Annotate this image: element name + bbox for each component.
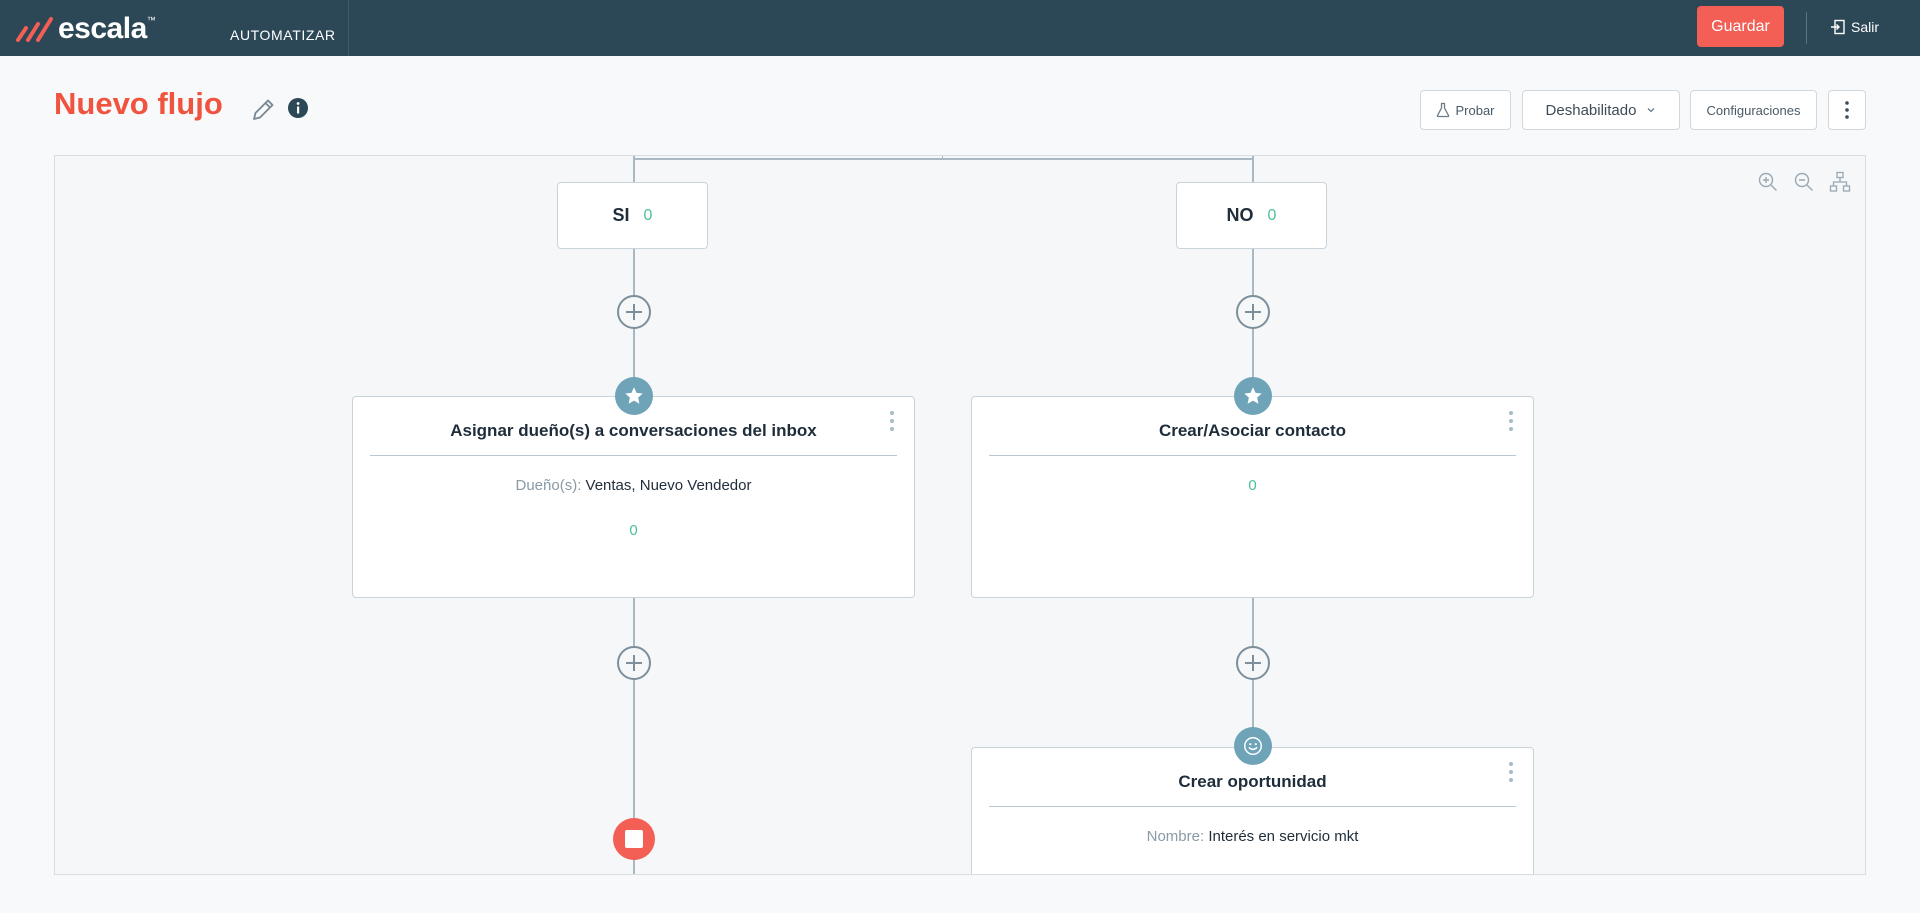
page-title: Nuevo flujo: [54, 86, 223, 121]
action-card-assign-owner[interactable]: Asignar dueño(s) a conversaciones del in…: [352, 396, 915, 598]
card-menu-icon[interactable]: [890, 411, 894, 435]
exit-label: Salir: [1851, 19, 1880, 35]
topbar-divider: [1806, 12, 1807, 44]
field-label: Nombre:: [1146, 828, 1205, 845]
pencil-icon[interactable]: [250, 97, 276, 128]
connector: [633, 156, 635, 183]
add-step-button[interactable]: [617, 295, 651, 329]
connector: [633, 158, 1254, 160]
zoom-out-icon[interactable]: [1793, 171, 1815, 193]
action-card-create-opportunity[interactable]: Crear oportunidad Nombre: Interés en ser…: [971, 747, 1534, 874]
branch-label: NO: [1226, 205, 1254, 225]
more-options-button[interactable]: [1828, 90, 1866, 130]
branch-si[interactable]: SI 0: [557, 182, 708, 249]
status-dropdown[interactable]: Deshabilitado: [1522, 90, 1680, 130]
top-navigation-bar: escala ™ AUTOMATIZAR Guardar Salir: [0, 0, 1920, 56]
logo-mark-icon: [16, 17, 53, 42]
smiley-icon: [1234, 727, 1272, 765]
star-icon: [1234, 377, 1272, 415]
add-step-button[interactable]: [1236, 295, 1270, 329]
branch-count: 0: [643, 206, 653, 224]
branch-label: SI: [612, 205, 630, 225]
layout-tree-icon[interactable]: [1829, 171, 1851, 193]
add-step-button[interactable]: [617, 646, 651, 680]
card-divider: [989, 455, 1516, 456]
card-title: Asignar dueño(s) a conversaciones del in…: [450, 421, 817, 440]
field-label: Dueño(s):: [515, 477, 582, 494]
status-value: Deshabilitado: [1545, 101, 1637, 119]
test-label: Probar: [1455, 102, 1495, 118]
nav-divider: [348, 0, 349, 56]
card-count: 0: [629, 522, 638, 539]
info-icon[interactable]: [287, 97, 309, 124]
nav-section-automatizar[interactable]: AUTOMATIZAR: [230, 27, 336, 43]
kebab-icon: [1845, 101, 1849, 119]
zoom-in-icon[interactable]: [1757, 171, 1779, 193]
action-card-create-contact[interactable]: Crear/Asociar contacto 0: [971, 396, 1534, 598]
connector: [942, 156, 943, 160]
branch-count: 0: [1267, 206, 1277, 224]
exit-button[interactable]: Salir: [1830, 15, 1879, 39]
card-field: Dueño(s): Ventas, Nuevo Vendedor: [353, 477, 914, 494]
test-button[interactable]: Probar: [1420, 90, 1511, 130]
card-divider: [370, 455, 897, 456]
card-count: 0: [1248, 477, 1257, 494]
card-title: Crear/Asociar contacto: [1158, 421, 1347, 440]
settings-button[interactable]: Configuraciones: [1690, 90, 1817, 130]
chevron-down-icon: [1647, 108, 1655, 113]
flask-icon: [1437, 102, 1450, 118]
escala-logo[interactable]: escala ™: [16, 14, 156, 44]
card-divider: [989, 806, 1516, 807]
branch-no[interactable]: NO 0: [1176, 182, 1327, 249]
logo-text: escala: [58, 12, 147, 45]
star-icon: [615, 377, 653, 415]
connector: [1252, 156, 1254, 183]
logo-trademark: ™: [146, 15, 156, 25]
save-button[interactable]: Guardar: [1697, 6, 1784, 47]
card-title: Crear oportunidad: [1178, 772, 1327, 791]
add-step-button[interactable]: [1236, 646, 1270, 680]
field-value: Interés en servicio mkt: [1208, 828, 1359, 845]
zoom-toolbar: [1757, 171, 1851, 193]
card-field: Nombre: Interés en servicio mkt: [972, 828, 1533, 845]
card-menu-icon[interactable]: [1509, 411, 1513, 435]
exit-icon: [1831, 19, 1845, 35]
field-value: Ventas, Nuevo Vendedor: [585, 477, 752, 494]
flow-canvas[interactable]: SI 0 Asignar dueño(s) a conversaciones d…: [54, 155, 1866, 875]
stop-icon[interactable]: [613, 818, 655, 860]
card-menu-icon[interactable]: [1509, 762, 1513, 786]
